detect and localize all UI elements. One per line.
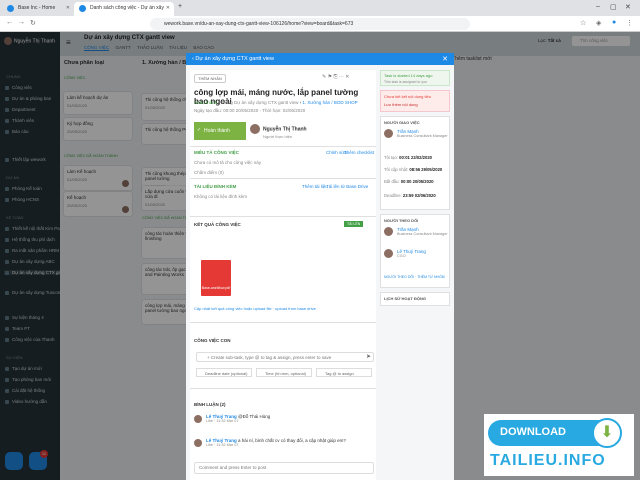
creator-box: NGƯỜI GIAO VIỆC Trần Mạnh Business Consu… (380, 116, 450, 210)
started-note: Task is started 14 days ago This task is… (380, 70, 450, 86)
modal-header: ‹ Dự án xây dựng CTX gantt view ✕ (186, 53, 454, 65)
close-tab-icon[interactable]: ✕ (66, 5, 70, 11)
maximize-icon[interactable]: ▢ (610, 3, 617, 11)
comment-input[interactable]: Comment and press Enter to post (194, 462, 374, 474)
menu-icon[interactable]: ⋮ (626, 19, 633, 27)
toolbar-icons[interactable]: ✎ ⚑ ⎘ ⋯ ✕ (322, 74, 349, 80)
watermark-site: TAILIEU.INFO (490, 452, 606, 469)
site-favicon-icon (7, 5, 14, 12)
upload-badge[interactable]: TẢI LÊN (344, 221, 364, 227)
description-text: Chưa có mô tả cho công việc này (194, 160, 262, 165)
history-box[interactable]: LỊCH SỬ HOẠT ĐỘNG (380, 292, 450, 306)
close-window-icon[interactable]: ✕ (625, 3, 631, 11)
status-badge: Hoàn thành (194, 100, 218, 105)
divider (190, 146, 376, 147)
creator[interactable]: Trần Mạnh Business Consultant Manager (384, 129, 448, 138)
close-tab-icon[interactable]: ✕ (166, 5, 170, 11)
minimize-icon[interactable]: – (596, 3, 600, 10)
attachment-empty: Không có tài liệu đính kèm (194, 194, 248, 199)
breadcrumb-list[interactable]: 1. Xưởng hàn / BOD SHOP (302, 100, 357, 105)
extension-icon[interactable]: ◈ (596, 19, 601, 27)
task-main-panel: THÊM NHÃN ✎ ⚑ ⎘ ⋯ ✕ công lợp mái, máng n… (190, 70, 376, 480)
date-start: Bắt đầu: 00:00 20/05/2020 (384, 179, 434, 184)
browser-tab[interactable]: Base Inc - Home ✕ (2, 2, 74, 16)
forward-icon[interactable]: → (18, 19, 25, 26)
box-title: NGƯỜI GIAO VIỆC (384, 120, 420, 125)
section-title: CÔNG VIỆC CON (194, 338, 231, 343)
avatar (384, 227, 393, 236)
box-title: NGƯỜI THEO DÕI (384, 218, 419, 223)
deadline-input[interactable]: Deadline date (optional) (196, 368, 252, 377)
result-links[interactable]: Cập nhật kết quả công việc hoặc upload f… (194, 306, 316, 311)
followers-box: NGƯỜI THEO DÕI Trần Mạnh Business Consul… (380, 214, 450, 288)
avatar (384, 249, 393, 258)
close-icon[interactable]: ✕ (442, 55, 448, 63)
comment: Lê Thuý Trang a hài ní, bình chất cv có … (194, 438, 346, 447)
section-title: BÌNH LUẬN (2) (194, 402, 226, 407)
download-arrow-icon: ⬇ (592, 418, 622, 448)
browser-tab-bar: Base Inc - Home ✕ Danh sách công việc - … (0, 0, 640, 16)
task-status-line: Hoàn thành · Trong Dự án xây dựng CTX ga… (194, 100, 358, 105)
watermark-logo: DOWNLOAD ⬇ TAILIEU.INFO (484, 414, 634, 476)
back-icon[interactable]: ← (6, 19, 13, 26)
pdf-file-icon[interactable]: Base-workflow.pdf (201, 260, 231, 296)
task-dates-line: Ngày tạo đầu: 00:00 20/05/2020 · Thời hạ… (194, 108, 306, 113)
url-input[interactable]: wework.base.vn/du-an-xay-dung-ctx-gantt-… (150, 18, 470, 30)
section-title: TÀI LIỆU ĐÍNH KÈM (194, 184, 237, 189)
divider (190, 322, 376, 323)
task-detail-modal: ‹ Dự án xây dựng CTX gantt view ✕ THÊM N… (186, 53, 454, 480)
tag-input[interactable]: Tag @ to assign (316, 368, 372, 377)
date-updated: Tôi cập nhật: 08:56 29/05/2020 (384, 167, 443, 172)
date-created: Tôi tạo: 00:01 22/02/2020 (384, 155, 432, 160)
add-label-button[interactable]: THÊM NHÃN (194, 74, 226, 83)
add-attachment-link[interactable]: Thêm tài liệu (302, 184, 328, 189)
avatar (194, 415, 202, 423)
upload-base-drive-link[interactable]: Tải lên từ Base Drive (326, 184, 368, 189)
section-title: KẾT QUẢ CÔNG VIỆC (194, 222, 241, 227)
browser-tab-active[interactable]: Danh sách công việc - Dự án xây ✕ (74, 2, 174, 16)
follower[interactable]: Lê Thuý Trang CGO (384, 249, 426, 258)
address-bar: ← → ↻ wework.base.vn/du-an-xay-dung-ctx-… (0, 16, 640, 32)
divider (190, 178, 376, 179)
section-title: MIÊU TẢ CÔNG VIỆC (194, 150, 240, 155)
profile-icon[interactable]: ● (612, 19, 616, 26)
avatar (384, 129, 393, 138)
send-icon[interactable]: ➤ (366, 353, 371, 360)
date-deadline: Deadline: 23:59 02/06/2020 (384, 193, 436, 198)
follower[interactable]: Trần Mạnh Business Consultant Manager (384, 227, 448, 236)
subtask-input[interactable]: + Create sub-task, type @ to tag & assig… (196, 352, 374, 362)
site-favicon-icon (79, 5, 86, 12)
avatar (194, 439, 202, 447)
new-tab-icon[interactable]: + (178, 3, 182, 10)
divider (190, 388, 376, 389)
update-content-link[interactable]: Lưu thêm nội dung (384, 102, 418, 107)
box-title: LỊCH SỬ HOẠT ĐỘNG (384, 296, 426, 301)
rating[interactable]: Chấm điểm (0) (194, 170, 224, 175)
time-input[interactable]: Time (hh:mm, optional) (256, 368, 312, 377)
star-icon[interactable]: ☆ (580, 19, 586, 27)
follower-actions[interactable]: NGƯỜI THEO DÕI · THÊM TỪ NHÓM (384, 275, 445, 279)
complete-button[interactable]: Hoàn thành (194, 122, 246, 140)
reload-icon[interactable]: ↻ (30, 19, 36, 27)
assignee[interactable]: Nguyễn Thị Thanh Người thực hiện (250, 124, 307, 139)
avatar (250, 124, 260, 134)
alert-note: Chưa kết kết nội dung tiêu Lưu thêm nội … (380, 90, 450, 112)
comment: Lê Thuý Trang @Đỗ Thái Hùng Like · 11:32… (194, 414, 270, 423)
add-checklist-link[interactable]: Thêm checklist (344, 150, 374, 155)
divider (190, 216, 376, 217)
